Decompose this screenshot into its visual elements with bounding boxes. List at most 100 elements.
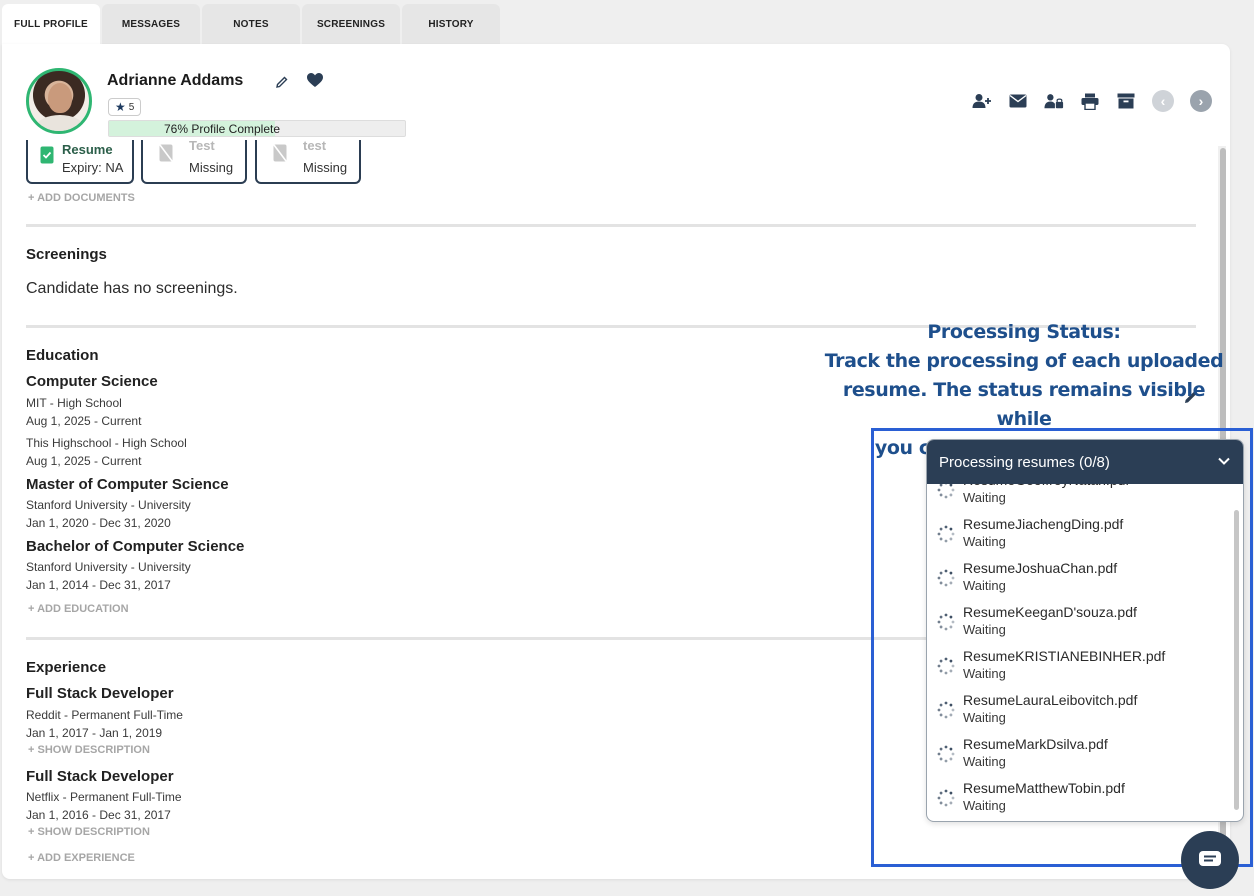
file-name: ResumeKRISTIANEBINHER.pdf — [963, 648, 1166, 664]
experience-heading: Experience — [26, 659, 107, 676]
document-title: Test — [189, 138, 215, 153]
education-heading: Education — [26, 347, 99, 364]
processing-title: Processing resumes (0/8) — [939, 454, 1110, 471]
profile-toolbar: ‹ › — [972, 90, 1212, 112]
file-status: Waiting — [963, 754, 1006, 769]
education-detail: MIT - High School — [26, 396, 122, 410]
spinner-icon — [937, 613, 955, 631]
add-user-icon[interactable] — [972, 91, 992, 111]
add-documents-link[interactable]: + ADD DOCUMENTS — [28, 192, 135, 204]
tab-messages[interactable]: MESSAGES — [102, 4, 200, 44]
tab-screenings[interactable]: SCREENINGS — [302, 4, 400, 44]
tab-bar: FULL PROFILE MESSAGES NOTES SCREENINGS H… — [2, 4, 500, 44]
file-name: ResumeKeeganD'souza.pdf — [963, 604, 1137, 620]
chevron-down-icon[interactable] — [1217, 454, 1231, 468]
mail-icon[interactable] — [1008, 91, 1028, 111]
chevron-right-icon[interactable]: › — [1190, 90, 1212, 112]
heart-icon[interactable] — [306, 72, 324, 88]
education-dates: Aug 1, 2025 - Current — [26, 454, 142, 468]
file-name: ResumeJiachengDing.pdf — [963, 516, 1124, 532]
file-status: Waiting — [963, 666, 1006, 681]
education-degree: Master of Computer Science — [26, 476, 229, 493]
education-dates: Jan 1, 2014 - Dec 31, 2017 — [26, 578, 171, 592]
document-title: Resume — [62, 142, 113, 157]
processing-row: ResumeJoshuaChan.pdf Waiting — [927, 556, 1231, 600]
spinner-icon — [937, 701, 955, 719]
tab-full-profile[interactable]: FULL PROFILE — [2, 4, 100, 44]
chat-button[interactable] — [1181, 831, 1239, 889]
experience-dates: Jan 1, 2016 - Dec 31, 2017 — [26, 808, 171, 822]
annotation-heading: Processing Status: — [927, 321, 1121, 343]
pencil-icon[interactable] — [274, 74, 290, 90]
document-test-lower[interactable]: test Missing — [255, 138, 361, 184]
annotation-line: resume. The status remains visible while — [842, 379, 1206, 430]
experience-company: Netflix - Permanent Full-Time — [26, 790, 182, 804]
education-detail: Stanford University - University — [26, 498, 191, 512]
spinner-icon — [937, 484, 955, 499]
panel-scrollbar[interactable] — [1234, 510, 1239, 810]
processing-row: ResumeJiachengDing.pdf Waiting — [927, 512, 1231, 556]
spinner-icon — [937, 657, 955, 675]
document-missing-icon — [159, 144, 173, 162]
spinner-icon — [937, 745, 955, 763]
screenings-heading: Screenings — [26, 246, 107, 263]
processing-panel-header[interactable]: Processing resumes (0/8) — [927, 440, 1243, 484]
star-icon: ★ — [115, 100, 126, 114]
spinner-icon — [937, 789, 955, 807]
processing-panel: Processing resumes (0/8) ResumeGeoffreyN… — [926, 439, 1244, 822]
spinner-icon — [937, 569, 955, 587]
file-status: Waiting — [963, 490, 1006, 505]
profile-progress-bar: 76% Profile Complete — [108, 120, 406, 137]
document-title: test — [303, 138, 327, 153]
processing-row: ResumeKeeganD'souza.pdf Waiting — [927, 600, 1231, 644]
show-description-link[interactable]: + SHOW DESCRIPTION — [28, 826, 150, 838]
file-status: Waiting — [963, 578, 1006, 593]
processing-row: ResumeKRISTIANEBINHER.pdf Waiting — [927, 644, 1231, 688]
education-detail: Stanford University - University — [26, 560, 191, 574]
education-dates: Jan 1, 2020 - Dec 31, 2020 — [26, 516, 171, 530]
education-degree: Computer Science — [26, 373, 158, 390]
document-test[interactable]: Test Missing — [141, 138, 247, 184]
rating-badge: ★ 5 — [108, 98, 142, 116]
document-check-icon — [40, 146, 54, 164]
candidate-name: Adrianne Addams — [107, 72, 244, 89]
experience-dates: Jan 1, 2017 - Jan 1, 2019 — [26, 726, 163, 740]
experience-role: Full Stack Developer — [26, 685, 174, 702]
file-status: Waiting — [963, 534, 1006, 549]
chat-icon — [1199, 851, 1221, 866]
print-icon[interactable] — [1080, 91, 1100, 111]
processing-row: ResumeGeoffreyNatan.pdf Waiting — [927, 484, 1231, 512]
document-subtitle: Expiry: NA — [62, 160, 124, 175]
tab-notes[interactable]: NOTES — [202, 4, 300, 44]
experience-role: Full Stack Developer — [26, 768, 174, 785]
processing-row: ResumeMatthewTobin.pdf Waiting — [927, 776, 1231, 820]
experience-company: Reddit - Permanent Full-Time — [26, 708, 183, 722]
file-name: ResumeJoshuaChan.pdf — [963, 560, 1118, 576]
chevron-left-icon[interactable]: ‹ — [1152, 90, 1174, 112]
document-subtitle: Missing — [303, 160, 348, 175]
add-experience-link[interactable]: + ADD EXPERIENCE — [28, 852, 135, 864]
screenings-empty-text: Candidate has no screenings. — [26, 280, 238, 297]
processing-list: ResumeGeoffreyNatan.pdfWaitingResumeJiac… — [927, 484, 1231, 821]
show-description-link[interactable]: + SHOW DESCRIPTION — [28, 744, 150, 756]
education-dates: Aug 1, 2025 - Current — [26, 414, 142, 428]
archive-icon[interactable] — [1116, 91, 1136, 111]
education-detail: This Highschool - High School — [26, 436, 187, 450]
spinner-icon — [937, 525, 955, 543]
lock-user-icon[interactable] — [1044, 91, 1064, 111]
file-status: Waiting — [963, 710, 1006, 725]
annotation-line: Track the processing of each uploaded — [824, 350, 1224, 372]
tab-history[interactable]: HISTORY — [402, 4, 500, 44]
file-name: ResumeGeoffreyNatan.pdf — [963, 484, 1129, 488]
document-resume[interactable]: Resume Expiry: NA — [26, 140, 134, 184]
file-name: ResumeLauraLeibovitch.pdf — [963, 692, 1138, 708]
file-name: ResumeMatthewTobin.pdf — [963, 780, 1125, 796]
processing-row: ResumeMarkDsilva.pdf Waiting — [927, 732, 1231, 776]
rating-value: 5 — [128, 101, 135, 113]
file-status: Waiting — [963, 622, 1006, 637]
avatar — [26, 68, 92, 134]
document-missing-icon — [273, 144, 287, 162]
progress-label: 76% Profile Complete — [163, 122, 281, 136]
add-education-link[interactable]: + ADD EDUCATION — [28, 603, 129, 615]
education-degree: Bachelor of Computer Science — [26, 538, 245, 555]
